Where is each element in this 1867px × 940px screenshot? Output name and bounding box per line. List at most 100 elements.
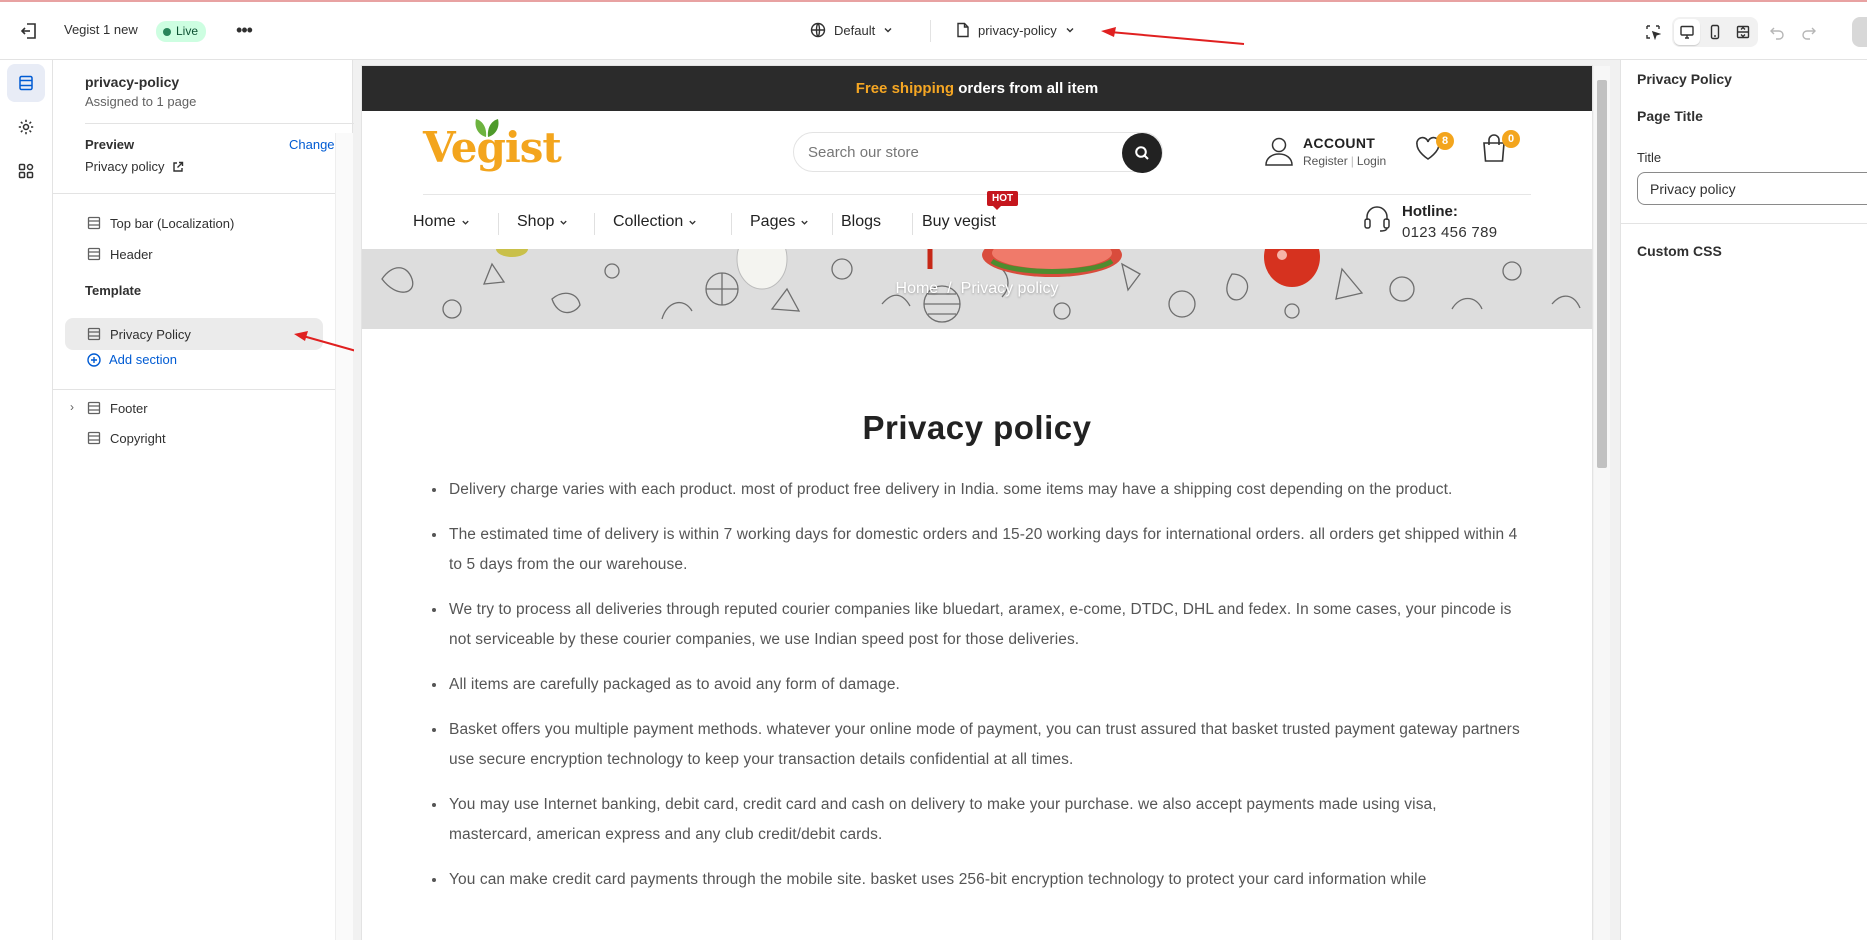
sections-icon[interactable]: [7, 64, 45, 102]
sidebar-item-top-bar[interactable]: Top bar (Localization): [65, 207, 323, 239]
settings-icon[interactable]: [7, 108, 45, 146]
store-name[interactable]: Vegist 1 new: [64, 22, 138, 37]
breadcrumb-home[interactable]: Home: [896, 280, 939, 297]
sidebar-item-label: Header: [110, 246, 153, 262]
sections-sidebar: privacy-policy Assigned to 1 page Previe…: [53, 60, 390, 940]
account-menu[interactable]: ACCOUNT Register | Login: [1263, 135, 1386, 168]
search-placeholder: Search our store: [808, 143, 919, 161]
preview-scrollbar[interactable]: [1594, 66, 1610, 940]
headset-icon: [1364, 206, 1390, 232]
hotline-label: Hotline:: [1402, 203, 1458, 220]
breadcrumb-banner: Home / Privacy policy: [362, 249, 1592, 329]
editor-topbar: Vegist 1 new Live ••• Default privacy-po…: [0, 0, 1867, 60]
sidebar-item-label: Copyright: [110, 430, 166, 446]
nav-pages[interactable]: Pages: [750, 213, 809, 231]
search-input[interactable]: Search our store: [793, 132, 1163, 173]
sidebar-scrollbar[interactable]: [335, 133, 353, 940]
template-heading: Template: [85, 283, 142, 298]
nav-label: Collection: [613, 213, 684, 230]
nav-label: Pages: [750, 213, 796, 230]
theme-selector[interactable]: Default: [810, 22, 893, 38]
add-section-label: Add section: [109, 352, 177, 367]
nav-divider: [832, 213, 833, 235]
live-badge: Live: [156, 21, 207, 42]
sidebar-item-copyright[interactable]: Copyright: [65, 422, 323, 454]
fullscreen-icon[interactable]: [1730, 19, 1756, 45]
list-item: You can make credit card payments throug…: [447, 865, 1520, 895]
divider: [85, 123, 390, 124]
page-content: Privacy policy Delivery charge varies wi…: [362, 409, 1592, 895]
nav-label: Blogs: [841, 213, 882, 230]
section-icon: [87, 327, 101, 341]
nav-buy-vegist[interactable]: Buy vegist: [922, 213, 996, 231]
list-item: All items are carefully packaged as to a…: [447, 670, 1520, 700]
announcement-bar: Free shipping orders from all item: [362, 66, 1592, 111]
wishlist-button[interactable]: 8: [1414, 132, 1454, 166]
panel-section-title: Page Title: [1637, 108, 1703, 124]
sidebar-item-footer[interactable]: Footer: [65, 392, 323, 424]
sidebar-item-label: Footer: [110, 400, 148, 416]
custom-css-toggle[interactable]: Custom CSS: [1637, 243, 1722, 259]
nav-divider: [912, 213, 913, 235]
divider: [53, 389, 353, 390]
search-icon: [1135, 146, 1149, 160]
exit-icon[interactable]: [18, 20, 40, 42]
section-icon: [87, 431, 101, 445]
chevron-down-icon: [801, 220, 809, 225]
list-item: We try to process all deliveries through…: [447, 595, 1520, 655]
nav-label: Shop: [517, 213, 555, 230]
change-preview-link[interactable]: Change: [289, 137, 335, 152]
list-item: You may use Internet banking, debit card…: [447, 790, 1520, 850]
template-title: privacy-policy: [85, 74, 180, 90]
cart-button[interactable]: 0: [1480, 130, 1520, 166]
page-icon: [957, 22, 969, 38]
chevron-down-icon: [689, 220, 696, 225]
page-selector[interactable]: privacy-policy: [956, 22, 1075, 38]
list-item: Delivery charge varies with each product…: [447, 475, 1520, 505]
page-label: privacy-policy: [978, 22, 1057, 38]
inspector-icon[interactable]: [1640, 19, 1666, 45]
scrollbar-thumb[interactable]: [1597, 80, 1607, 468]
cart-count: 0: [1502, 130, 1520, 148]
search-button[interactable]: [1122, 133, 1162, 173]
store-logo[interactable]: Vegist: [423, 123, 562, 172]
mobile-icon[interactable]: [1702, 19, 1728, 45]
avatar[interactable]: [1852, 17, 1867, 47]
nav-collection[interactable]: Collection: [613, 213, 697, 231]
apps-icon[interactable]: [7, 152, 45, 190]
nav-divider: [498, 213, 499, 235]
theme-label: Default: [834, 22, 876, 38]
redo-icon[interactable]: [1796, 19, 1822, 45]
undo-icon[interactable]: [1764, 19, 1790, 45]
storefront-preview: Free shipping orders from all item Vegis…: [362, 66, 1592, 940]
breadcrumb-current: Privacy policy: [960, 280, 1059, 297]
sidebar-item-header[interactable]: Header: [65, 238, 323, 270]
nav-divider: [594, 213, 595, 235]
nav-label: Home: [413, 213, 456, 230]
sidebar-item-privacy-policy[interactable]: Privacy Policy: [65, 318, 323, 350]
desktop-icon[interactable]: [1674, 19, 1700, 45]
more-actions-button[interactable]: •••: [232, 19, 256, 43]
user-icon: [1265, 137, 1293, 166]
nav-home[interactable]: Home: [413, 213, 470, 231]
preview-page-link[interactable]: Privacy policy: [85, 159, 184, 174]
template-assignment: Assigned to 1 page: [85, 94, 197, 109]
account-divider: |: [1350, 154, 1354, 168]
nav-blogs[interactable]: Blogs: [841, 213, 881, 231]
list-item: Basket offers you multiple payment metho…: [447, 715, 1520, 775]
nav-label: Buy vegist: [922, 213, 996, 230]
add-section-button[interactable]: Add section: [87, 352, 177, 367]
title-field[interactable]: [1637, 172, 1867, 205]
panel-heading: Privacy Policy: [1637, 71, 1732, 87]
register-link[interactable]: Register: [1303, 154, 1348, 168]
breadcrumb-separator: /: [947, 280, 952, 297]
settings-panel: Privacy Policy Page Title Title Custom C…: [1620, 60, 1867, 940]
preview-page-label: Privacy policy: [85, 159, 165, 174]
preview-area: Free shipping orders from all item Vegis…: [354, 60, 1620, 940]
nav-shop[interactable]: Shop: [517, 213, 568, 231]
announcement-highlight: Free shipping: [855, 80, 955, 97]
left-rail: [0, 60, 53, 940]
account-title: ACCOUNT: [1303, 135, 1376, 151]
login-link[interactable]: Login: [1357, 154, 1386, 168]
editor-tools: [1640, 17, 1822, 47]
